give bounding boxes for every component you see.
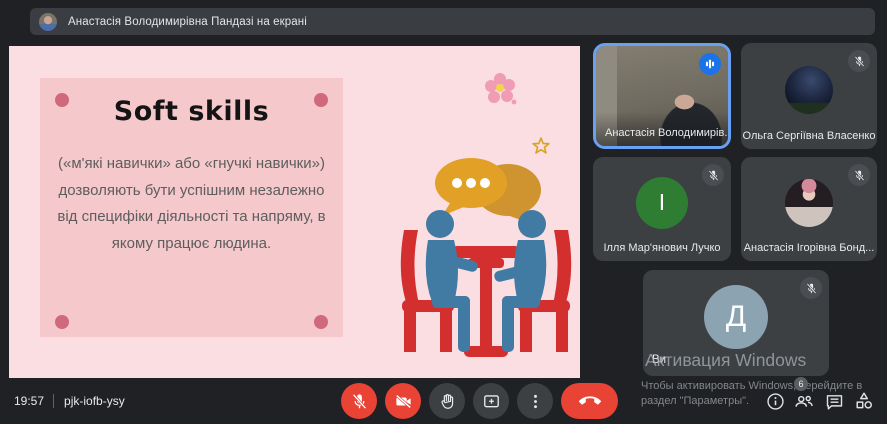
participant-name: Анастасія Ігорівна Бонд... xyxy=(741,242,877,254)
participant-tile[interactable]: Анастасія Ігорівна Бонд... xyxy=(741,157,877,261)
avatar-initial: Д xyxy=(704,285,768,349)
mic-off-icon xyxy=(350,392,369,411)
people-at-table-illustration xyxy=(392,150,580,362)
activities-icon xyxy=(853,390,875,412)
clock-time: 19:57 xyxy=(14,394,44,408)
meeting-details-button[interactable] xyxy=(763,389,787,413)
avatar xyxy=(785,179,833,227)
mic-toggle-button[interactable] xyxy=(341,383,377,419)
corner-dot xyxy=(314,315,328,329)
avatar xyxy=(785,66,833,114)
info-icon xyxy=(765,391,786,412)
camera-toggle-button[interactable] xyxy=(385,383,421,419)
more-options-icon xyxy=(526,392,545,411)
show-participants-button[interactable] xyxy=(792,389,816,413)
raise-hand-icon xyxy=(438,392,457,411)
mic-off-icon xyxy=(853,55,866,68)
avatar-initial: І xyxy=(636,177,688,229)
raise-hand-button[interactable] xyxy=(429,383,465,419)
slide-text-card: Soft skills («м'які навички» або «гнучкі… xyxy=(40,78,343,337)
presenter-label: Анастасія Володимирівна Пандазі на екран… xyxy=(68,16,307,28)
participant-name: Анастасія Володимирів... xyxy=(605,127,731,139)
mic-off-icon xyxy=(707,169,720,182)
call-end-icon xyxy=(579,390,601,412)
meet-window: Анастасія Володимирівна Пандазі на екран… xyxy=(0,0,887,424)
present-screen-icon xyxy=(482,392,501,411)
participant-name: Ілля Мар'янович Лучко xyxy=(593,242,731,254)
participant-tile-speaking[interactable]: Анастасія Володимирів... xyxy=(593,43,731,149)
activities-button[interactable] xyxy=(852,389,876,413)
corner-dot xyxy=(314,93,328,107)
more-options-button[interactable] xyxy=(517,383,553,419)
windows-activation-watermark-title: Активация Windows xyxy=(645,350,806,371)
slide-title: Soft skills xyxy=(40,78,343,127)
watermark-line: раздел "Параметры". xyxy=(641,395,749,407)
corner-dot xyxy=(55,93,69,107)
present-screen-button[interactable] xyxy=(473,383,509,419)
flower-icon xyxy=(483,72,517,106)
corner-dot xyxy=(55,315,69,329)
chat-icon xyxy=(824,391,845,412)
participant-name: Ольга Сергіївна Власенко xyxy=(741,130,877,142)
mic-off-icon xyxy=(853,169,866,182)
mic-muted-indicator xyxy=(848,50,870,72)
sound-bars-icon xyxy=(703,57,717,71)
meeting-code: pjk-iofb-ysy xyxy=(53,394,125,408)
chat-button[interactable] xyxy=(822,389,846,413)
presenting-banner: Анастасія Володимирівна Пандазі на екран… xyxy=(30,8,875,35)
participant-tile[interactable]: І Ілля Мар'янович Лучко xyxy=(593,157,731,261)
participant-tile[interactable]: Ольга Сергіївна Власенко xyxy=(741,43,877,149)
slide-body-text: («м'які навички» або «гнучкі навички») д… xyxy=(52,151,331,258)
mic-off-icon xyxy=(805,282,818,295)
end-call-button[interactable] xyxy=(561,383,618,419)
audio-active-indicator xyxy=(699,53,721,75)
shared-screen-slide: Soft skills («м'які навички» або «гнучкі… xyxy=(9,46,580,378)
camera-off-icon xyxy=(394,392,413,411)
meeting-info: 19:57 pjk-iofb-ysy xyxy=(14,394,125,408)
people-icon xyxy=(793,390,815,412)
mic-muted-indicator xyxy=(800,277,822,299)
mic-muted-indicator xyxy=(702,164,724,186)
presenter-avatar xyxy=(39,13,57,31)
mic-muted-indicator xyxy=(848,164,870,186)
